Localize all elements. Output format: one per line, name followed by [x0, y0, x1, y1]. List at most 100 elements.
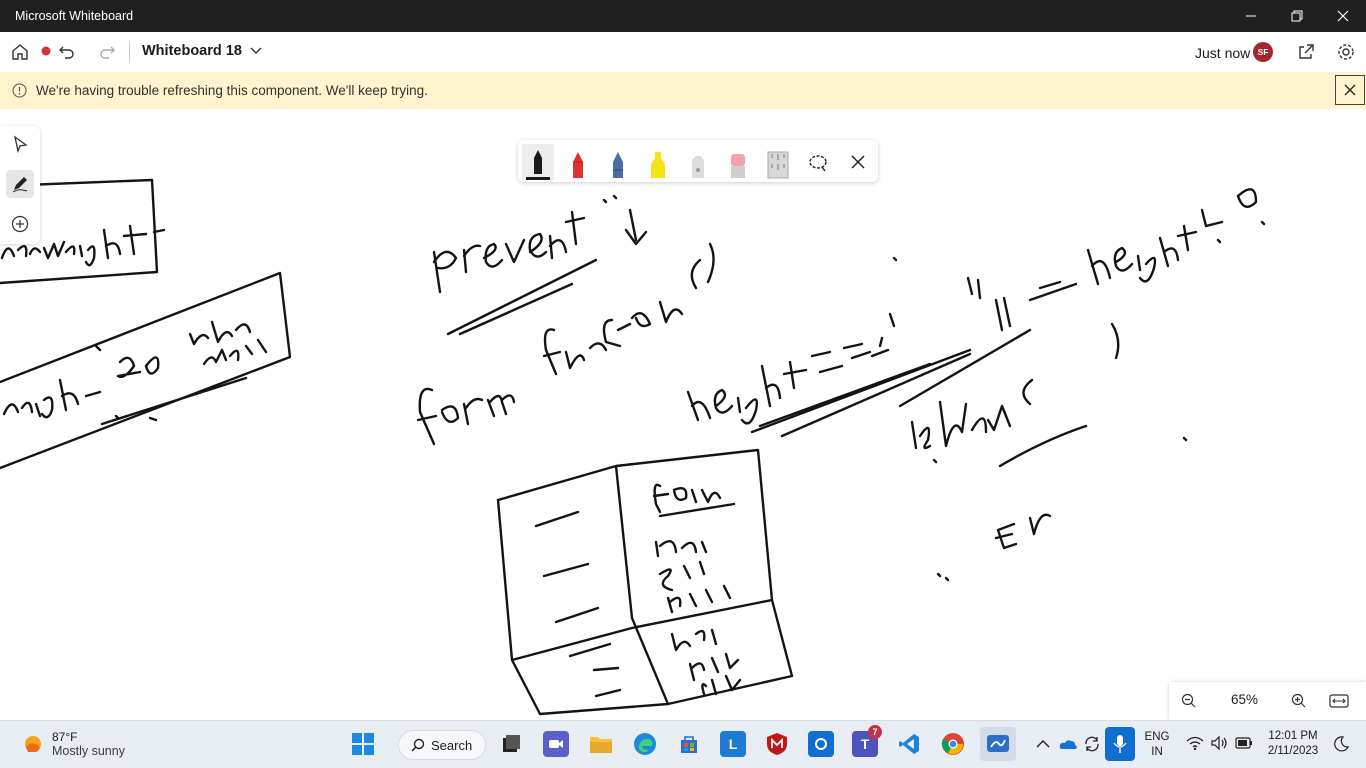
- start-button[interactable]: [350, 731, 376, 757]
- minimize-button[interactable]: [1228, 0, 1274, 32]
- board-name-dropdown[interactable]: Whiteboard 18: [142, 43, 262, 59]
- zoom-level: 65%: [1231, 692, 1259, 707]
- restore-icon: [1291, 10, 1303, 22]
- outlook-app[interactable]: [808, 731, 834, 757]
- ink-underline-1: [446, 258, 598, 336]
- store-icon: [681, 736, 697, 753]
- sync-status: Just now: [1195, 45, 1251, 61]
- moon-icon[interactable]: [1333, 736, 1349, 752]
- l-letter-icon: L: [728, 736, 738, 752]
- left-toolbar: [0, 126, 40, 244]
- l-app[interactable]: L: [720, 731, 746, 757]
- wifi-icon[interactable]: [1186, 735, 1204, 751]
- ink-box-weight: [0, 271, 292, 470]
- sync-icon[interactable]: [1083, 735, 1101, 753]
- search-label: Search: [431, 737, 473, 753]
- settings-button[interactable]: [1334, 40, 1358, 64]
- black-pen-icon[interactable]: [522, 144, 554, 180]
- banner-close-button[interactable]: [1335, 75, 1365, 105]
- ink-underline-2: [750, 348, 972, 438]
- file-explorer-app[interactable]: [588, 731, 614, 757]
- share-button[interactable]: [1294, 40, 1318, 64]
- pink-eraser-icon[interactable]: [722, 144, 754, 180]
- task-view-icon: [503, 735, 520, 752]
- zoom-bar: 65%: [1169, 682, 1366, 720]
- onedrive-icon[interactable]: [1058, 735, 1078, 753]
- microphone-icon: [1113, 735, 1127, 753]
- ink-tool[interactable]: [6, 170, 34, 198]
- circle-app-icon: [815, 738, 827, 750]
- edge-icon: [634, 733, 656, 755]
- add-tool[interactable]: [6, 210, 34, 238]
- notification-banner: We're having trouble refreshing this com…: [0, 72, 1366, 109]
- ink-word-weight: [2, 320, 268, 426]
- folder-icon: [590, 737, 612, 753]
- ink-word-preventer: [432, 194, 618, 294]
- redo-button[interactable]: [95, 40, 119, 64]
- zoom-in-icon[interactable]: [1291, 693, 1307, 709]
- fit-to-screen-icon[interactable]: [1329, 693, 1349, 709]
- home-button[interactable]: [8, 40, 32, 64]
- close-icon: [1337, 10, 1349, 22]
- select-tool[interactable]: [6, 130, 34, 158]
- undo-button[interactable]: [55, 40, 79, 64]
- vscode-icon: [899, 734, 919, 754]
- close-window-button[interactable]: [1320, 0, 1366, 32]
- undo-icon: [59, 46, 74, 59]
- red-pen-icon[interactable]: [562, 144, 594, 180]
- title-bar: Microsoft Whiteboard: [0, 0, 1366, 32]
- search-icon: [411, 738, 425, 752]
- chrome-icon: [941, 733, 964, 755]
- edge-app[interactable]: [632, 731, 658, 757]
- microphone-button[interactable]: [1105, 727, 1135, 761]
- blue-pen-icon[interactable]: [602, 144, 634, 180]
- eraser-icon[interactable]: [682, 144, 714, 180]
- ink-strokes: [0, 178, 1266, 716]
- chevron-down-icon: [250, 47, 262, 54]
- taskbar-search[interactable]: Search: [398, 730, 486, 760]
- task-view-button[interactable]: [498, 731, 524, 757]
- weather-widget[interactable]: 87°F Mostly sunny: [22, 730, 125, 758]
- ink-sketch-form-card: [496, 448, 794, 716]
- zoom-out-icon[interactable]: [1181, 693, 1197, 709]
- share-icon: [1299, 44, 1314, 59]
- ink-word-height: [686, 312, 896, 425]
- volume-icon[interactable]: [1210, 735, 1228, 751]
- weather-temp: 87°F: [52, 730, 78, 744]
- battery-icon[interactable]: [1235, 737, 1253, 749]
- weather-desc: Mostly sunny: [52, 744, 125, 758]
- language-bottom: IN: [1151, 746, 1163, 758]
- teams-app[interactable]: T 7: [852, 725, 882, 757]
- lasso-icon[interactable]: [802, 144, 834, 180]
- chrome-app[interactable]: [940, 731, 966, 757]
- avatar[interactable]: SF: [1253, 42, 1273, 62]
- board-name: Whiteboard 18: [142, 43, 242, 59]
- whiteboard-canvas[interactable]: [0, 109, 1366, 720]
- close-icon: [1344, 84, 1356, 96]
- whiteboard-icon: [987, 735, 1009, 752]
- vscode-app[interactable]: [896, 731, 922, 757]
- close-icon[interactable]: [842, 144, 874, 180]
- video-chat-icon: [549, 740, 563, 748]
- ruler-icon[interactable]: [762, 144, 794, 180]
- minimize-icon: [1246, 15, 1256, 17]
- restore-button[interactable]: [1274, 0, 1320, 32]
- whiteboard-app[interactable]: [980, 727, 1016, 761]
- windows-icon: [352, 733, 374, 755]
- ink-underline-3: [998, 424, 1088, 468]
- teams-chat-app[interactable]: [543, 731, 569, 757]
- taskbar: 87°F Mostly sunny Search L T 7 ENG IN 12…: [0, 720, 1366, 768]
- language-indicator[interactable]: ENG IN: [1143, 730, 1171, 760]
- clock[interactable]: 12:01 PM 2/11/2023: [1262, 729, 1324, 759]
- language-top: ENG: [1144, 731, 1170, 743]
- clock-time: 12:01 PM: [1268, 730, 1318, 742]
- window-title: Microsoft Whiteboard: [15, 9, 134, 23]
- recording-indicator[interactable]: [32, 40, 56, 64]
- home-icon: [12, 44, 28, 60]
- plus-circle-icon: [11, 215, 29, 233]
- chevron-up-icon[interactable]: [1036, 739, 1050, 749]
- highlighter-icon[interactable]: [642, 144, 674, 180]
- mcafee-app[interactable]: [764, 731, 790, 757]
- pen-icon: [12, 177, 28, 193]
- store-app[interactable]: [676, 731, 702, 757]
